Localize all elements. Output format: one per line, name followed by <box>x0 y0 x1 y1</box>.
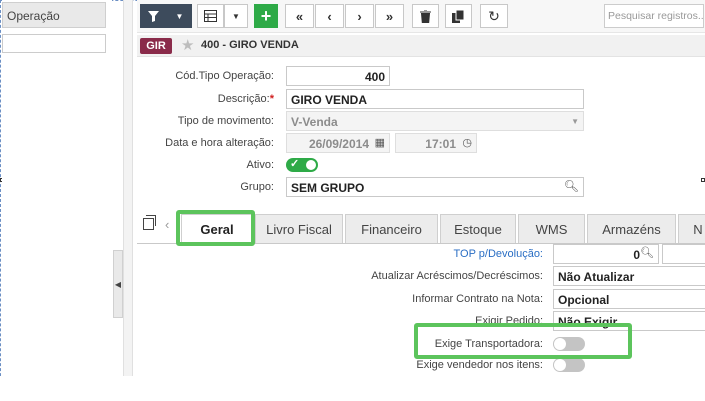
bottom-strip <box>0 376 705 401</box>
chevron-left-icon[interactable]: ‹ <box>165 217 169 232</box>
toolbar: ▼ ▼ + « ‹ › » ↻ Pesquisar registros... <box>137 0 705 33</box>
tab-estoque[interactable]: Estoque <box>440 214 516 243</box>
tab-geral[interactable]: Geral <box>181 214 253 245</box>
tipo-mov-label: Tipo de movimento: <box>177 115 274 127</box>
informar-contrato-select[interactable]: Opcional <box>553 289 705 309</box>
ativo-toggle[interactable]: ✓ <box>286 158 318 172</box>
refresh-button[interactable]: ↻ <box>480 4 508 28</box>
plus-icon: + <box>260 5 272 26</box>
first-icon: « <box>295 8 304 24</box>
hora-field[interactable]: 17:01 ◷ <box>395 133 477 153</box>
add-button[interactable]: + <box>254 4 278 28</box>
exige-transportadora-toggle[interactable] <box>553 337 585 351</box>
refresh-icon: ↻ <box>488 7 500 24</box>
tab-livro-fiscal[interactable]: Livro Fiscal <box>255 214 343 243</box>
prev-icon: ‹ <box>327 8 332 24</box>
descricao-label: Descrição:* <box>217 93 274 105</box>
view-dropdown-button[interactable]: ▼ <box>224 4 248 28</box>
data-hora-label: Data e hora alteração: <box>165 137 274 149</box>
tipo-mov-select[interactable]: V-Venda ▼ <box>286 111 584 131</box>
duplicate-button[interactable] <box>445 4 472 28</box>
cod-tipo-field[interactable]: 400 <box>286 66 390 86</box>
exige-vendedor-label: Exige vendedor nos itens: <box>416 359 543 371</box>
last-record-button[interactable]: » <box>375 4 404 28</box>
last-icon: » <box>385 8 394 24</box>
exigir-pedido-label: Exigir Pedido: <box>475 315 543 327</box>
left-panel-header[interactable]: Operação <box>2 2 106 28</box>
left-filter-input[interactable] <box>2 34 106 53</box>
filter-dropdown-button[interactable]: ▼ <box>167 4 192 28</box>
tab-row: ‹ Geral Livro Fiscal Financeiro Estoque … <box>137 210 705 245</box>
entity-badge: GIR <box>140 38 172 54</box>
tab-more[interactable]: N <box>678 214 705 243</box>
copy-icon <box>452 9 465 23</box>
atualizar-label: Atualizar Acréscimos/Decréscimos: <box>371 270 543 282</box>
data-field[interactable]: 26/09/2014 ▦ <box>286 133 390 153</box>
grupo-label: Grupo: <box>240 181 274 193</box>
record-title-bar: GIR ★ 400 - GIRO VENDA <box>137 35 705 57</box>
trash-icon <box>420 9 431 23</box>
resize-handle[interactable] <box>701 178 705 182</box>
ativo-label: Ativo: <box>246 159 274 171</box>
page-title: 400 - GIRO VENDA <box>201 39 299 51</box>
required-marker: * <box>269 93 274 105</box>
grupo-field[interactable]: SEM GRUPO 🔍︎ <box>286 177 584 197</box>
prev-record-button[interactable]: ‹ <box>315 4 344 28</box>
filter-button[interactable] <box>140 4 167 28</box>
top-devolucao-field[interactable]: 0 🔍︎ <box>553 244 659 264</box>
top-devolucao-desc-field[interactable] <box>662 244 705 264</box>
search-input[interactable]: Pesquisar registros... <box>604 4 704 28</box>
cod-tipo-label: Cód.Tipo Operação: <box>175 70 274 82</box>
search-icon[interactable]: 🔍︎ <box>640 246 654 259</box>
tab-wms[interactable]: WMS <box>518 214 585 243</box>
filter-icon <box>148 10 159 22</box>
exigir-pedido-select[interactable]: Não Exigir <box>553 311 705 331</box>
grid-view-button[interactable] <box>197 4 224 28</box>
calendar-icon: ▦ <box>374 137 385 149</box>
atualizar-select[interactable]: Não Atualizar <box>553 266 705 286</box>
tipo-mov-value: V-Venda <box>291 115 338 129</box>
exige-transportadora-label: Exige Transportadora: <box>434 338 543 350</box>
next-icon: › <box>357 8 362 24</box>
search-icon[interactable]: 🔍︎ <box>564 179 579 193</box>
next-record-button[interactable]: › <box>345 4 374 28</box>
first-record-button[interactable]: « <box>285 4 314 28</box>
clock-icon: ◷ <box>462 137 472 149</box>
dropdown-caret-icon: ▼ <box>232 11 240 21</box>
star-icon[interactable]: ★ <box>181 36 194 54</box>
grid-icon <box>204 10 217 22</box>
descricao-field[interactable]: GIRO VENDA <box>286 89 584 109</box>
copy-tabs-icon[interactable] <box>143 215 156 230</box>
tab-body-geral: TOP p/Devolução: 0 🔍︎ Atualizar Acréscimo… <box>137 244 705 376</box>
informar-contrato-label: Informar Contrato na Nota: <box>412 293 543 305</box>
delete-button[interactable] <box>412 4 439 28</box>
tab-financeiro[interactable]: Financeiro <box>345 214 438 243</box>
chevron-down-icon: ▼ <box>571 117 579 126</box>
exige-vendedor-toggle[interactable] <box>553 358 585 372</box>
check-icon: ✓ <box>290 158 300 170</box>
tab-armazens[interactable]: Armazéns <box>587 214 676 243</box>
top-devolucao-label[interactable]: TOP p/Devolução: <box>263 248 543 260</box>
collapse-left-icon[interactable]: ◀ <box>113 250 123 318</box>
dropdown-caret-icon: ▼ <box>175 11 184 21</box>
